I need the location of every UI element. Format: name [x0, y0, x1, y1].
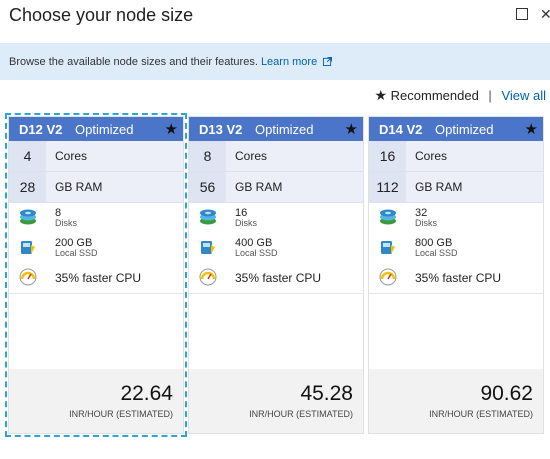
card-tier: Optimized: [255, 122, 314, 137]
disks-feature: 32 Disks: [369, 203, 543, 233]
price-value: 45.28: [300, 382, 353, 405]
page-title: Choose your node size: [9, 5, 194, 25]
disks-label: Disks: [235, 218, 257, 228]
card-header: D13 V2 Optimized ★: [189, 117, 363, 141]
disk-stack-icon: [380, 209, 396, 225]
card-footer: 45.28 INR/HOUR (ESTIMATED): [189, 369, 363, 433]
ram-value: 28: [9, 172, 46, 202]
ssd-label: Local SSD: [235, 248, 278, 258]
card-tier: Optimized: [75, 122, 134, 137]
node-size-card[interactable]: D13 V2 Optimized ★ 8 Cores 56 GB RAM 16 …: [188, 116, 364, 434]
ram-label: GB RAM: [415, 180, 463, 194]
close-icon[interactable]: ✕: [540, 7, 550, 21]
card-name: D12 V2: [19, 122, 63, 137]
ram-value: 112: [369, 172, 406, 202]
cores-label: Cores: [415, 149, 448, 163]
card-name: D14 V2: [379, 122, 423, 137]
ssd-icon: [21, 241, 35, 254]
node-size-card[interactable]: D14 V2 Optimized ★ 16 Cores 112 GB RAM 3…: [368, 116, 544, 434]
cores-row: 8 Cores: [189, 141, 363, 172]
disks-feature: 16 Disks: [189, 203, 363, 233]
price-unit: INR/HOUR (ESTIMATED): [429, 409, 533, 419]
price-unit: INR/HOUR (ESTIMATED): [69, 409, 173, 419]
price-value: 22.64: [120, 382, 173, 405]
legend-separator: |: [488, 88, 492, 103]
info-message: Browse the available node sizes and thei…: [9, 56, 333, 68]
cpu-label: 35% faster CPU: [235, 271, 322, 285]
cores-value: 16: [369, 141, 406, 171]
card-name: D13 V2: [199, 122, 243, 137]
gauge-icon: [379, 268, 397, 286]
disk-stack-icon: [20, 209, 36, 225]
recommended-star-icon: ★: [164, 121, 178, 138]
ram-label: GB RAM: [55, 180, 103, 194]
ssd-label: Local SSD: [55, 248, 98, 258]
recommended-label: Recommended: [390, 88, 479, 103]
card-header: D14 V2 Optimized ★: [369, 117, 543, 141]
ssd-icon: [201, 241, 215, 254]
cpu-label: 35% faster CPU: [415, 271, 502, 285]
cores-row: 4 Cores: [9, 141, 183, 172]
ssd-label: Local SSD: [415, 248, 458, 258]
disk-stack-icon: [200, 209, 216, 225]
card-tier: Optimized: [435, 122, 494, 137]
ram-value: 56: [189, 172, 226, 202]
cores-row: 16 Cores: [369, 141, 543, 172]
ram-row: 56 GB RAM: [189, 172, 363, 203]
cores-value: 4: [9, 141, 46, 171]
ssd-feature: 200 GB Local SSD: [9, 233, 183, 263]
node-size-card[interactable]: D12 V2 Optimized ★ 4 Cores 28 GB RAM 8 D…: [5, 113, 187, 437]
ssd-icon: [381, 241, 395, 254]
cpu-feature: 35% faster CPU: [189, 263, 363, 293]
card-header: D12 V2 Optimized ★: [9, 117, 183, 141]
ram-label: GB RAM: [235, 180, 283, 194]
recommended-star-icon: ★: [524, 121, 538, 138]
ssd-feature: 800 GB Local SSD: [369, 233, 543, 263]
external-link-icon[interactable]: [323, 57, 333, 66]
card-divider: [9, 293, 183, 294]
gauge-icon: [199, 268, 217, 286]
recommended-star-icon: ★: [344, 121, 358, 138]
cpu-label: 35% faster CPU: [55, 271, 142, 285]
ram-row: 28 GB RAM: [9, 172, 183, 203]
cores-label: Cores: [235, 149, 268, 163]
price-value: 90.62: [480, 382, 533, 405]
cores-label: Cores: [55, 149, 88, 163]
legend: ★ Recommended | View all: [374, 87, 546, 104]
recommended-star-icon: ★: [374, 87, 388, 103]
card-divider: [369, 293, 543, 294]
gauge-icon: [19, 268, 37, 286]
card-divider: [189, 293, 363, 294]
maximize-icon[interactable]: [516, 8, 528, 20]
card-footer: 90.62 INR/HOUR (ESTIMATED): [369, 369, 543, 433]
learn-more-link[interactable]: Learn more: [261, 56, 317, 68]
view-all-link[interactable]: View all: [501, 88, 546, 103]
card-footer: 22.64 INR/HOUR (ESTIMATED): [9, 369, 183, 433]
info-text: Browse the available node sizes and thei…: [9, 56, 258, 68]
ram-row: 112 GB RAM: [369, 172, 543, 203]
ssd-feature: 400 GB Local SSD: [189, 233, 363, 263]
disks-feature: 8 Disks: [9, 203, 183, 233]
cores-value: 8: [189, 141, 226, 171]
price-unit: INR/HOUR (ESTIMATED): [249, 409, 353, 419]
cpu-feature: 35% faster CPU: [9, 263, 183, 293]
cpu-feature: 35% faster CPU: [369, 263, 543, 293]
disks-label: Disks: [415, 218, 437, 228]
info-bar: Browse the available node sizes and thei…: [0, 43, 550, 80]
disks-label: Disks: [55, 218, 77, 228]
